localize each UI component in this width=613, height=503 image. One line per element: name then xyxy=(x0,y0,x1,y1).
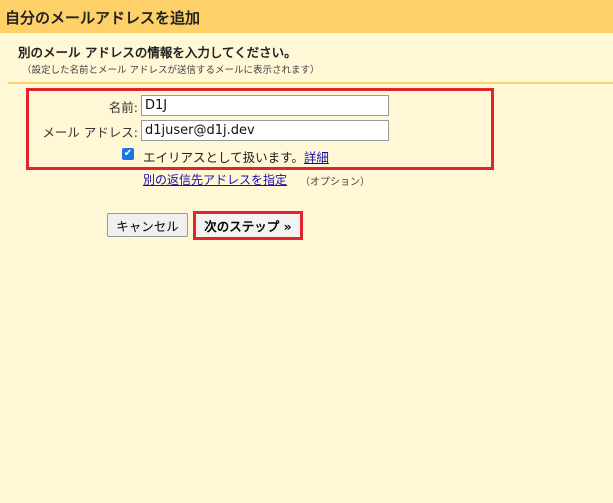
dialog-header: 自分のメールアドレスを追加 xyxy=(0,0,613,33)
name-label: 名前: xyxy=(108,100,138,115)
details-link[interactable]: 詳細 xyxy=(304,150,329,165)
dialog-title: 自分のメールアドレスを追加 xyxy=(5,9,201,27)
instructions-heading: 別のメール アドレスの情報を入力してください。 xyxy=(18,45,297,60)
email-label: メール アドレス: xyxy=(42,125,138,140)
cancel-button[interactable]: キャンセル xyxy=(107,213,188,237)
alias-label-text: エイリアスとして扱います。 xyxy=(143,150,304,165)
divider xyxy=(8,82,613,84)
alias-checkbox[interactable]: ✔ xyxy=(122,148,134,160)
next-step-button[interactable]: 次のステップ » xyxy=(196,214,300,237)
reply-to-link[interactable]: 別の返信先アドレスを指定 xyxy=(143,171,287,188)
next-highlight: 次のステップ » xyxy=(193,211,303,240)
instructions-note: （設定した名前とメール アドレスが送信するメールに表示されます） xyxy=(22,65,320,76)
email-input[interactable] xyxy=(141,120,389,141)
name-input[interactable] xyxy=(141,95,389,116)
alias-label: エイリアスとして扱います。詳細 xyxy=(143,147,329,166)
reply-to-optional: （オプション） xyxy=(300,177,370,188)
